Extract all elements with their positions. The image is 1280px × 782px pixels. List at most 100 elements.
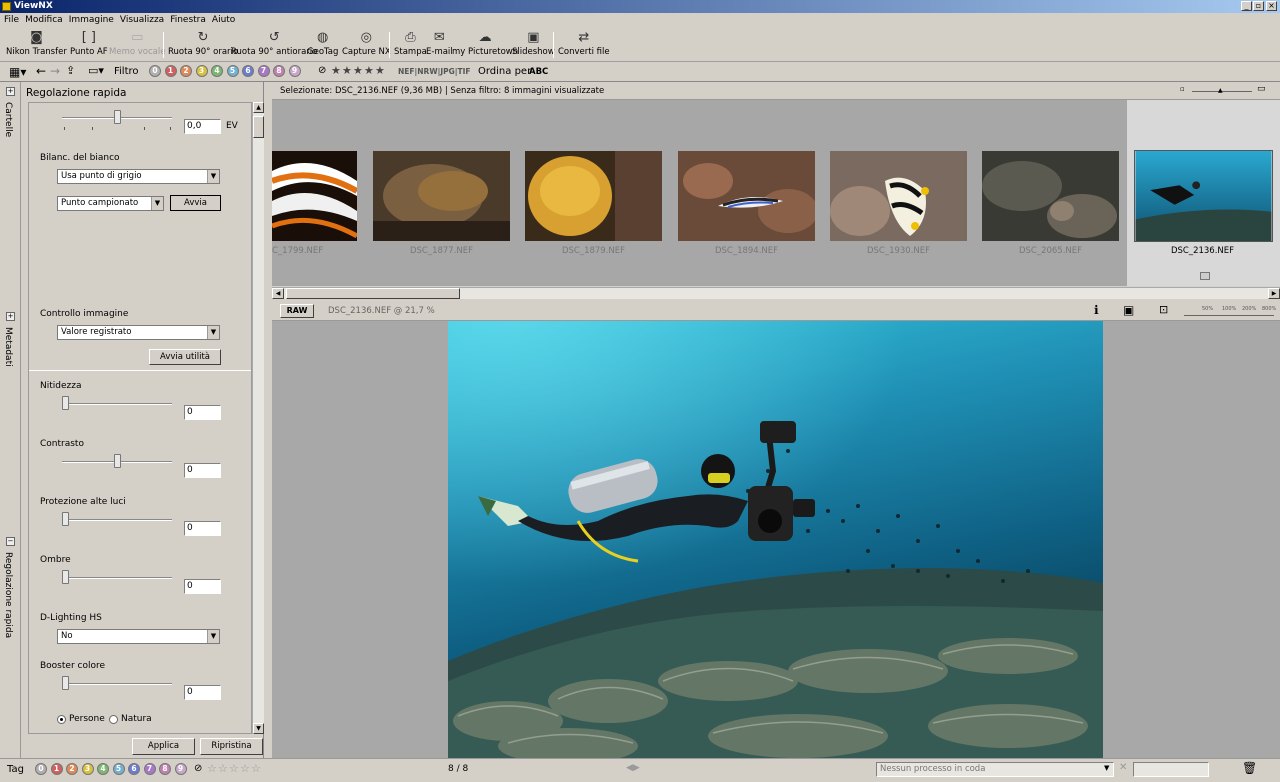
thumbnail-image[interactable] — [272, 151, 357, 241]
star-icon[interactable]: ☆ — [251, 763, 261, 775]
raw-badge[interactable]: RAW — [280, 304, 314, 318]
image-view-icon[interactable]: ▣ — [1123, 303, 1134, 317]
thumbnail-image[interactable] — [982, 151, 1119, 241]
star-icon[interactable]: ☆ — [207, 763, 217, 775]
scroll-up-icon[interactable]: ▲ — [253, 102, 264, 113]
label-6[interactable]: 6 — [242, 65, 254, 77]
maximize-icon[interactable]: ▫ — [1253, 1, 1264, 11]
apply-button[interactable]: Applica — [132, 738, 195, 755]
star-icon[interactable]: ☆ — [240, 763, 250, 775]
utility-button[interactable]: Avvia utilità — [149, 349, 221, 365]
label-6[interactable]: 6 — [128, 763, 140, 775]
minimize-icon[interactable]: _ — [1241, 1, 1252, 11]
star-icon[interactable]: ★ — [375, 65, 385, 77]
forward-arrow-icon[interactable]: → — [50, 64, 60, 78]
reset-button[interactable]: Ripristina — [200, 738, 263, 755]
label-0[interactable]: 0 — [35, 763, 47, 775]
trash-icon[interactable]: 🗑 — [1242, 761, 1257, 775]
shadows-slider[interactable] — [62, 570, 69, 584]
convert-file-button[interactable]: ⇄ Converti file — [558, 28, 610, 62]
highlight-field[interactable]: 0 — [184, 521, 221, 536]
email-button[interactable]: ✉ E-mail — [426, 28, 453, 62]
sort-value[interactable]: ABC — [529, 67, 548, 77]
sharpness-slider[interactable] — [62, 396, 69, 410]
label-4[interactable]: 4 — [211, 65, 223, 77]
tab-folders[interactable]: Cartelle — [3, 102, 13, 137]
label-1[interactable]: 1 — [50, 763, 63, 775]
zoom-slider[interactable]: 50% 100% 200% 800% — [1184, 304, 1276, 318]
menu-visualizza[interactable]: Visualizza — [120, 13, 164, 28]
back-arrow-icon[interactable]: ← — [36, 64, 46, 78]
chevron-down-icon[interactable]: ▼ — [1104, 764, 1109, 772]
scroll-right-icon[interactable]: ▶ — [1268, 288, 1280, 299]
print-button[interactable]: ⎙ Stampa — [394, 28, 427, 62]
close-icon[interactable]: × — [1266, 1, 1277, 11]
label-4[interactable]: 4 — [97, 763, 109, 775]
voice-memo-button[interactable]: ▭ Memo vocale — [109, 28, 165, 62]
slideshow-button[interactable]: ▣ Slideshow — [512, 28, 555, 62]
label-7[interactable]: 7 — [257, 65, 270, 77]
menu-file[interactable]: File — [4, 13, 19, 28]
radio-nature[interactable] — [109, 715, 118, 724]
label-1[interactable]: 1 — [164, 65, 177, 77]
star-icon[interactable]: ★ — [353, 65, 363, 77]
menu-aiuto[interactable]: Aiuto — [212, 13, 235, 28]
label-3[interactable]: 3 — [81, 763, 94, 775]
menu-modifica[interactable]: Modifica — [25, 13, 63, 28]
no-rating-icon[interactable]: ⊘ — [194, 763, 202, 774]
sample-point-select[interactable]: Punto campionato ▼ — [57, 196, 164, 211]
run-button[interactable]: Avvia — [170, 195, 221, 211]
expand-icon[interactable]: + — [6, 87, 15, 96]
label-8[interactable]: 8 — [273, 65, 285, 77]
thumbnail-image[interactable] — [678, 151, 815, 241]
shadows-field[interactable]: 0 — [184, 579, 221, 594]
info-icon[interactable]: ℹ — [1094, 303, 1099, 317]
thumbnail-image[interactable] — [373, 151, 510, 241]
fit-screen-icon[interactable]: ⊡ — [1159, 303, 1168, 316]
star-icon[interactable]: ★ — [342, 65, 352, 77]
thumbnail-image[interactable] — [525, 151, 662, 241]
thumb-size-large-icon[interactable]: ▭ — [1257, 84, 1266, 94]
booster-field[interactable]: 0 — [184, 685, 221, 700]
tab-metadata[interactable]: Metadati — [3, 327, 13, 367]
scroll-down-icon[interactable]: ▼ — [253, 723, 264, 734]
exposure-field[interactable]: 0,0 — [184, 119, 221, 134]
rotate-cw-button[interactable]: ↻ Ruota 90° orario — [168, 28, 238, 62]
thumb-size-small-icon[interactable]: ▫ — [1180, 85, 1185, 93]
label-5[interactable]: 5 — [112, 763, 125, 775]
thumbnail-image-selected[interactable] — [1134, 150, 1273, 242]
star-icon[interactable]: ☆ — [218, 763, 228, 775]
thumbnail-scrollbar[interactable]: ◀ ▶ — [272, 287, 1280, 299]
picture-control-select[interactable]: Valore registrato ▼ — [57, 325, 220, 340]
view-mode-icon[interactable]: ▦▾ — [9, 65, 26, 79]
label-7[interactable]: 7 — [143, 763, 156, 775]
sharpness-field[interactable]: 0 — [184, 405, 221, 420]
cancel-process-icon[interactable]: ✕ — [1119, 762, 1127, 773]
scroll-thumb[interactable] — [253, 116, 264, 138]
main-photo[interactable] — [448, 321, 1103, 758]
star-icon[interactable]: ★ — [331, 65, 341, 77]
picturetown-button[interactable]: ☁ my Picturetown — [452, 28, 518, 62]
dlighting-select[interactable]: No ▼ — [57, 629, 220, 644]
booster-slider[interactable] — [62, 676, 69, 690]
expand-icon[interactable]: + — [6, 312, 15, 321]
contrast-slider[interactable] — [114, 454, 121, 468]
scroll-left-icon[interactable]: ◀ — [272, 288, 284, 299]
label-9[interactable]: 9 — [288, 65, 301, 77]
contrast-field[interactable]: 0 — [184, 463, 221, 478]
prev-image-icon[interactable]: ◀▶ — [626, 763, 640, 773]
exposure-slider[interactable] — [114, 110, 121, 124]
af-point-button[interactable]: [ ] Punto AF — [70, 28, 108, 62]
thumbnail-image[interactable] — [830, 151, 967, 241]
thumb-size-thumb[interactable]: ▲ — [1218, 87, 1223, 94]
star-icon[interactable]: ★ — [364, 65, 374, 77]
label-2[interactable]: 2 — [180, 65, 192, 77]
highlight-slider[interactable] — [62, 512, 69, 526]
label-0[interactable]: 0 — [149, 65, 161, 77]
collapse-icon[interactable]: − — [6, 537, 15, 546]
menu-immagine[interactable]: Immagine — [69, 13, 114, 28]
geotag-button[interactable]: ◍ GeoTag — [307, 28, 338, 62]
label-8[interactable]: 8 — [159, 763, 171, 775]
label-2[interactable]: 2 — [66, 763, 78, 775]
radio-people[interactable] — [57, 715, 66, 724]
